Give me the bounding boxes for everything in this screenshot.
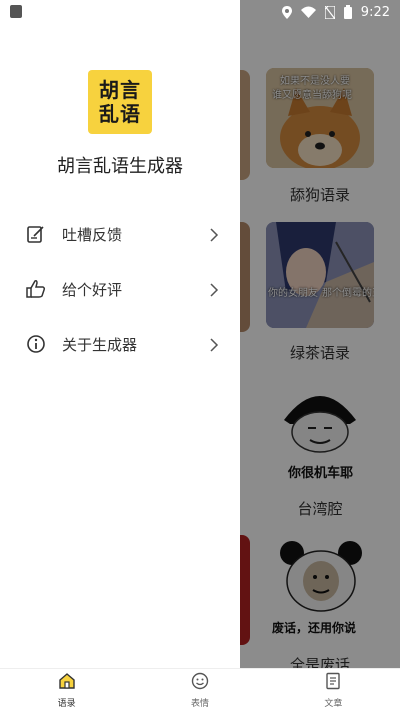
bottom-navigation: 语录 表情 文章 [0, 668, 400, 712]
battery-icon [343, 5, 352, 19]
document-icon [324, 672, 342, 694]
tab-label: 文章 [324, 699, 343, 709]
menu-item-about[interactable]: 关于生成器 [0, 324, 240, 364]
chevron-right-icon [208, 282, 220, 297]
clock-time: 9:22 [360, 4, 390, 20]
chevron-right-icon [208, 227, 220, 242]
menu-label-feedback: 吐槽反馈 [62, 225, 123, 244]
wifi-icon [300, 6, 316, 18]
thumbs-up-icon [26, 279, 46, 299]
info-icon [26, 334, 46, 354]
tab-stickers[interactable]: 表情 [133, 669, 266, 712]
tab-quotes[interactable]: 语录 [0, 669, 133, 712]
no-sim-icon [324, 5, 335, 19]
tab-label: 语录 [57, 699, 76, 709]
tab-label: 表情 [190, 699, 209, 709]
status-bar: 9:22 [0, 0, 400, 24]
app-logo: 胡言 乱语 [88, 70, 152, 134]
tab-articles[interactable]: 文章 [267, 669, 400, 712]
menu-item-feedback[interactable]: 吐槽反馈 [0, 214, 240, 254]
smiley-icon [191, 672, 209, 694]
logo-text-line-2: 乱语 [99, 102, 141, 126]
menu-item-rate[interactable]: 给个好评 [0, 269, 240, 309]
menu-label-rate: 给个好评 [62, 280, 123, 299]
home-icon [58, 672, 76, 694]
notification-icon [10, 5, 22, 18]
menu-label-about: 关于生成器 [62, 335, 138, 354]
status-icons: 9:22 [281, 3, 390, 21]
chevron-right-icon [208, 337, 220, 352]
app-name: 胡言乱语生成器 [57, 156, 183, 177]
edit-icon [26, 224, 46, 244]
location-icon [281, 5, 292, 19]
navigation-drawer: 胡言 乱语 胡言乱语生成器 吐槽反馈 给个好评 关于生成器 [0, 0, 240, 668]
logo-text-line-1: 胡言 [99, 78, 141, 102]
